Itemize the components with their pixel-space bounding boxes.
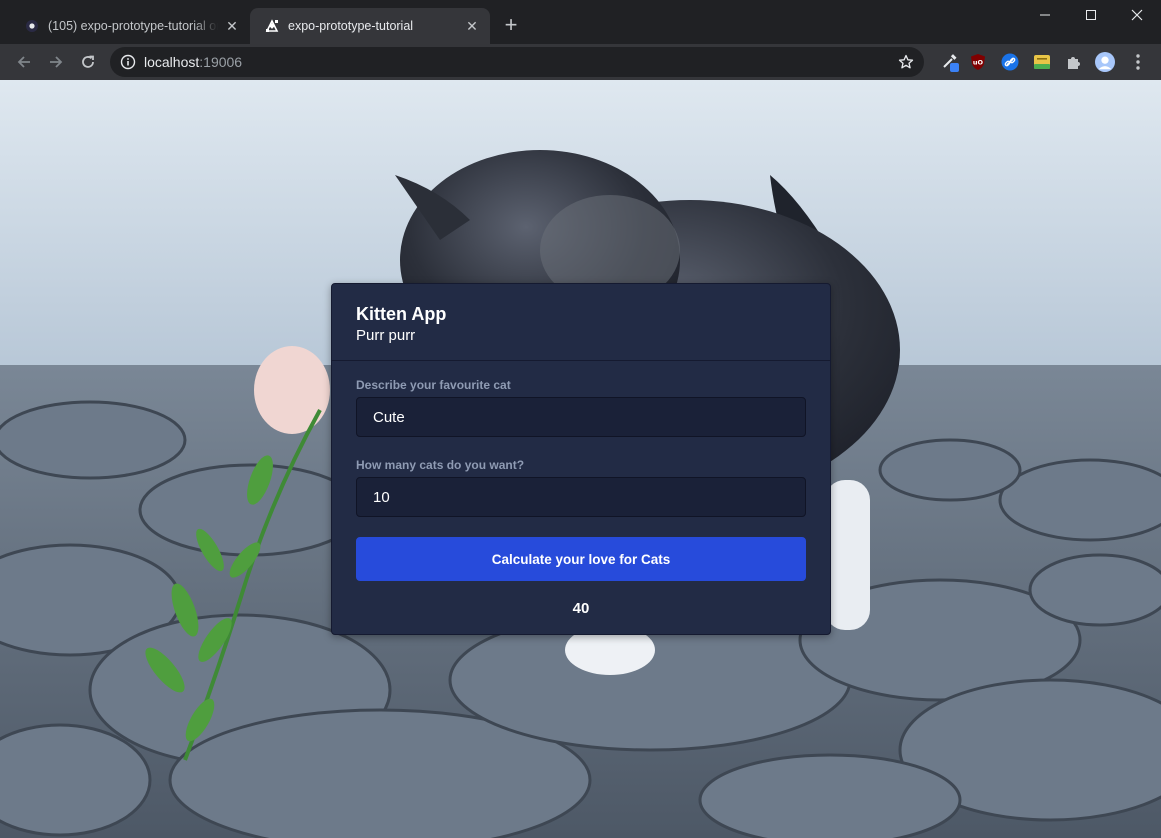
maximize-icon[interactable] <box>1068 0 1114 30</box>
tab-title: expo-prototype-tutorial <box>288 19 414 33</box>
card-header: Kitten App Purr purr <box>332 284 830 361</box>
paw <box>254 346 330 434</box>
app-subtitle: Purr purr <box>356 327 416 344</box>
notes-extension-icon[interactable] <box>1032 52 1052 72</box>
kebab-menu-icon[interactable] <box>1128 52 1148 72</box>
app-title: Kitten App <box>356 304 447 324</box>
svg-text:uO: uO <box>973 59 984 67</box>
calculate-button[interactable]: Calculate your love for Cats <box>356 537 806 581</box>
cat-count-label: How many cats do you want? <box>356 458 525 472</box>
page-viewport: Kitten App Purr purr Describe your favou… <box>0 80 1161 838</box>
kitten-app-card: Kitten App Purr purr Describe your favou… <box>331 283 831 635</box>
browser-toolbar: localhost:19006 uO <box>0 44 1161 80</box>
favourite-cat-input[interactable]: Cute <box>356 397 806 437</box>
result-value: 40 <box>572 600 590 617</box>
tab-inactive[interactable]: (105) expo-prototype-tutorial on ✕ <box>10 8 250 44</box>
new-tab-icon[interactable]: + <box>500 14 522 36</box>
close-tab-icon[interactable]: ✕ <box>464 18 480 34</box>
url-port: :19006 <box>199 54 243 70</box>
card-body: Describe your favourite cat Cute How man… <box>332 361 830 617</box>
eyedropper-extension-icon[interactable] <box>940 52 960 72</box>
close-window-icon[interactable] <box>1114 0 1160 30</box>
tab-title: (105) expo-prototype-tutorial on <box>48 19 218 33</box>
back-icon[interactable] <box>12 50 36 74</box>
ublock-icon[interactable]: uO <box>968 52 988 72</box>
bookmark-star-icon[interactable] <box>898 54 914 70</box>
browser-window: (105) expo-prototype-tutorial on ✕ expo-… <box>0 0 1161 838</box>
tab-active[interactable]: expo-prototype-tutorial ✕ <box>250 8 490 44</box>
info-icon[interactable] <box>120 54 136 70</box>
cat-count-input[interactable]: 10 <box>356 477 806 517</box>
minimize-icon[interactable] <box>1022 0 1068 30</box>
close-tab-icon[interactable]: ✕ <box>224 18 240 34</box>
reload-icon[interactable] <box>76 50 100 74</box>
puzzle-icon[interactable] <box>1064 52 1084 72</box>
favourite-cat-label: Describe your favourite cat <box>356 378 511 392</box>
tab-strip: (105) expo-prototype-tutorial on ✕ expo-… <box>0 0 1161 44</box>
cat-count-group: How many cats do you want? 10 <box>356 457 806 517</box>
expo-icon <box>264 18 280 34</box>
link-extension-icon[interactable] <box>1000 52 1020 72</box>
url-host: localhost <box>144 54 200 70</box>
address-bar[interactable]: localhost:19006 <box>110 47 924 77</box>
twitch-icon <box>24 18 40 34</box>
forward-icon[interactable] <box>44 50 68 74</box>
avatar[interactable] <box>1095 52 1115 72</box>
url-text: localhost:19006 <box>144 54 242 70</box>
favourite-cat-group: Describe your favourite cat Cute <box>356 377 806 437</box>
